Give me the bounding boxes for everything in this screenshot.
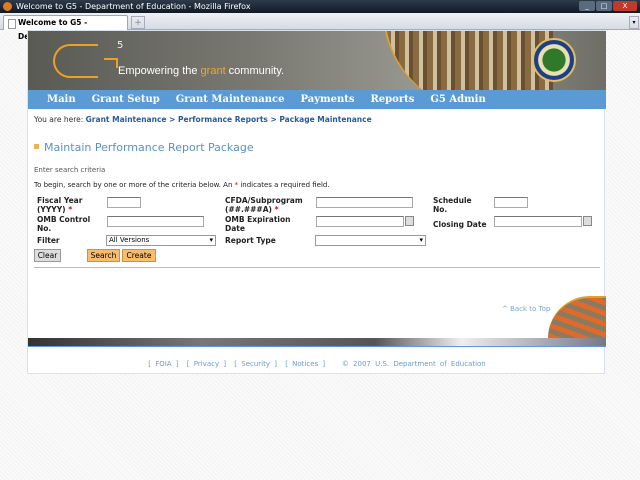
filter-label: Filter <box>37 236 60 245</box>
omb-expiration-label: OMB Expiration Date <box>225 215 291 233</box>
required-marker: * <box>68 205 73 214</box>
fiscal-year-label-text: Fiscal Year (YYYY) <box>37 196 83 214</box>
instructions: To begin, search by one or more of the c… <box>34 181 330 189</box>
back-to-top-link[interactable]: ^ Back to Top <box>502 305 550 313</box>
department-seal-icon <box>532 38 576 82</box>
report-type-label: Report Type <box>225 236 276 245</box>
search-button[interactable]: Search <box>87 249 120 262</box>
g5-logo-superscript: 5 <box>117 40 124 51</box>
instructions-pre: To begin, search by one or more of the c… <box>34 181 235 189</box>
calendar-icon[interactable] <box>405 216 414 226</box>
library-image <box>383 31 553 90</box>
footer: [ FOIA ] [ Privacy ] [ Security ] [ Noti… <box>28 360 606 368</box>
footer-link-foia[interactable]: [ FOIA ] <box>148 360 178 368</box>
page-title: Maintain Performance Report Package <box>34 141 254 154</box>
footer-link-security[interactable]: [ Security ] <box>234 360 277 368</box>
window-title-bar: Welcome to G5 - Department of Education … <box>0 0 640 13</box>
minimize-button[interactable]: _ <box>579 1 595 11</box>
nav-main[interactable]: Main <box>47 90 76 109</box>
window-title: Welcome to G5 - Department of Education … <box>16 2 251 11</box>
nav-g5-admin[interactable]: G5 Admin <box>430 90 485 109</box>
breadcrumb-prefix: You are here: <box>34 115 84 124</box>
breadcrumb: You are here: Grant Maintenance > Perfor… <box>34 115 372 124</box>
close-button[interactable]: X <box>613 1 637 11</box>
instructions-post: indicates a required field. <box>238 181 330 189</box>
g5-logo <box>53 44 118 78</box>
footer-banner <box>28 338 606 346</box>
schedule-label: Schedule No. <box>433 196 472 214</box>
subtitle: Enter search criteria <box>34 166 106 174</box>
filter-select[interactable]: All Versions <box>106 235 216 246</box>
omb-control-label: OMB Control No. <box>37 215 91 233</box>
tagline-post: community. <box>225 65 285 77</box>
new-tab-button[interactable]: + <box>131 16 145 29</box>
omb-control-input[interactable] <box>107 216 204 227</box>
tab-list-button[interactable]: ▾ <box>629 16 639 29</box>
fiscal-year-label: Fiscal Year (YYYY) * <box>37 196 97 214</box>
browser-tab[interactable]: Welcome to G5 - Department of Edu... <box>3 15 128 41</box>
tagline-pre: Empowering the <box>118 65 201 77</box>
create-button[interactable]: Create <box>122 249 156 262</box>
clear-button[interactable]: Clear <box>34 249 61 262</box>
cfda-label: CFDA/Subprogram (##.###A) * <box>225 196 305 214</box>
footer-link-notices[interactable]: [ Notices ] <box>285 360 325 368</box>
nav-payments[interactable]: Payments <box>300 90 354 109</box>
nav-grant-setup[interactable]: Grant Setup <box>92 90 160 109</box>
cfda-label-text: CFDA/Subprogram (##.###A) <box>225 196 303 214</box>
divider <box>34 267 600 268</box>
closing-date-input[interactable] <box>494 216 582 227</box>
tagline-grant: grant <box>200 65 226 77</box>
page-title-text: Maintain Performance Report Package <box>44 141 254 154</box>
bullet-icon <box>34 144 39 149</box>
footer-link-privacy[interactable]: [ Privacy ] <box>187 360 226 368</box>
maximize-button[interactable]: □ <box>596 1 612 11</box>
site-banner: 5 Empowering the grant community. <box>28 31 606 90</box>
fiscal-year-input[interactable] <box>107 197 141 208</box>
breadcrumb-path[interactable]: Grant Maintenance > Performance Reports … <box>86 115 372 124</box>
main-nav: Main Grant Setup Grant Maintenance Payme… <box>28 90 606 109</box>
calendar-icon[interactable] <box>583 216 592 226</box>
report-type-select[interactable] <box>315 235 426 246</box>
omb-expiration-input[interactable] <box>316 216 404 227</box>
nav-grant-maintenance[interactable]: Grant Maintenance <box>176 90 285 109</box>
firefox-icon <box>3 2 12 11</box>
tagline: Empowering the grant community. <box>118 65 284 77</box>
copyright: © 2007 U.S. Department of Education <box>341 360 486 368</box>
schedule-input[interactable] <box>494 197 528 208</box>
required-marker: * <box>274 205 279 214</box>
tab-bar: Welcome to G5 - Department of Edu... + ▾ <box>0 13 640 41</box>
nav-reports[interactable]: Reports <box>371 90 415 109</box>
footer-line <box>28 346 606 347</box>
cfda-input[interactable] <box>316 197 413 208</box>
classroom-image <box>548 296 606 338</box>
page-container: 5 Empowering the grant community. Main G… <box>27 30 606 374</box>
closing-date-label: Closing Date <box>433 220 487 229</box>
